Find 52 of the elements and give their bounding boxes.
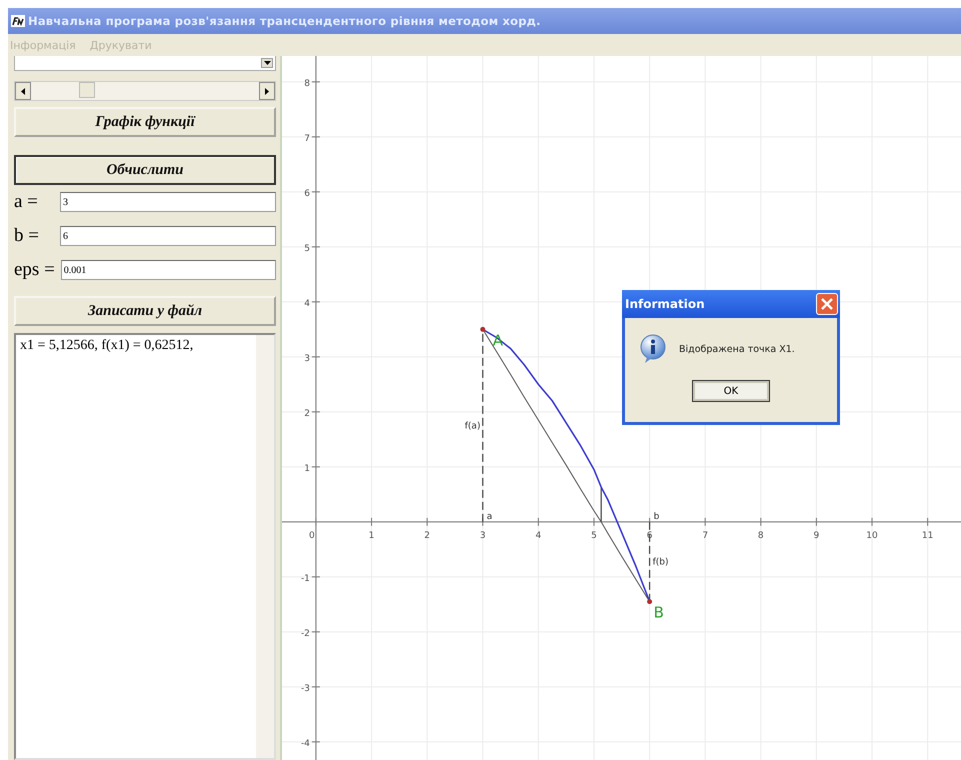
tick-label: 11 — [922, 530, 934, 541]
dropdown-icon[interactable] — [261, 58, 273, 68]
tick-label: 10 — [866, 530, 878, 541]
point-label: B — [654, 604, 664, 622]
scroll-bar[interactable] — [256, 335, 274, 758]
ok-button[interactable]: OK — [692, 380, 770, 402]
tick-label: 7 — [702, 530, 708, 541]
input-field[interactable]: 3 — [60, 192, 276, 212]
field-label: eps = — [14, 259, 55, 281]
tick-label: 3 — [304, 354, 310, 364]
tick-label: 3 — [480, 530, 486, 541]
tick-label: 8 — [304, 78, 310, 89]
tick-label: -3 — [300, 684, 310, 694]
tick-label: 5 — [591, 530, 597, 541]
tick-label: 7 — [304, 134, 310, 144]
scroll-bar[interactable] — [14, 81, 276, 101]
point-marker — [647, 599, 652, 604]
axis-label: b — [654, 512, 660, 522]
input-field[interactable]: 0.001 — [60, 260, 276, 280]
output-memo[interactable]: x1 = 5,12566, f(x1) = 0,62512, — [14, 333, 276, 760]
tick-label: 8 — [758, 530, 764, 541]
button[interactable]: Обчислити — [14, 155, 276, 185]
field-label: b = — [14, 225, 40, 247]
tick-label: 4 — [536, 530, 542, 541]
tick-label: 1 — [368, 530, 374, 541]
tick-label: 4 — [304, 298, 310, 309]
input-field[interactable]: 6 — [60, 226, 276, 246]
tick-label: 0 — [309, 530, 315, 541]
tick-label: -1 — [300, 574, 310, 584]
point-marker — [480, 326, 486, 332]
button[interactable]: Записати у файл — [14, 296, 276, 326]
axis-label: f(a) — [464, 422, 480, 432]
tick-label: 2 — [304, 408, 310, 419]
tick-label: 1 — [304, 464, 310, 474]
field-label: a = — [14, 191, 39, 213]
window-title: Навчальна програма розв'язання трансцендентного рівння методом хорд. — [28, 14, 541, 28]
tick-label: 6 — [304, 188, 310, 199]
app-icon — [11, 15, 25, 27]
close-icon[interactable] — [816, 293, 838, 315]
axis-label: f(b) — [652, 558, 668, 568]
tick-label: -2 — [300, 628, 310, 639]
root-line — [600, 487, 602, 522]
scroll-thumb[interactable] — [79, 82, 95, 98]
tick-label: 5 — [304, 244, 310, 254]
axis-label: a — [486, 512, 492, 522]
output-text: x1 = 5,12566, f(x1) = 0,62512, — [19, 337, 194, 355]
button[interactable]: Графік функції — [14, 107, 276, 137]
tick-label: 2 — [424, 530, 430, 541]
dialog-message: Відображена точка X1. — [679, 344, 795, 354]
dialog-title: Information — [625, 297, 705, 311]
tick-label: 9 — [814, 530, 820, 541]
tick-label: -4 — [300, 738, 310, 749]
